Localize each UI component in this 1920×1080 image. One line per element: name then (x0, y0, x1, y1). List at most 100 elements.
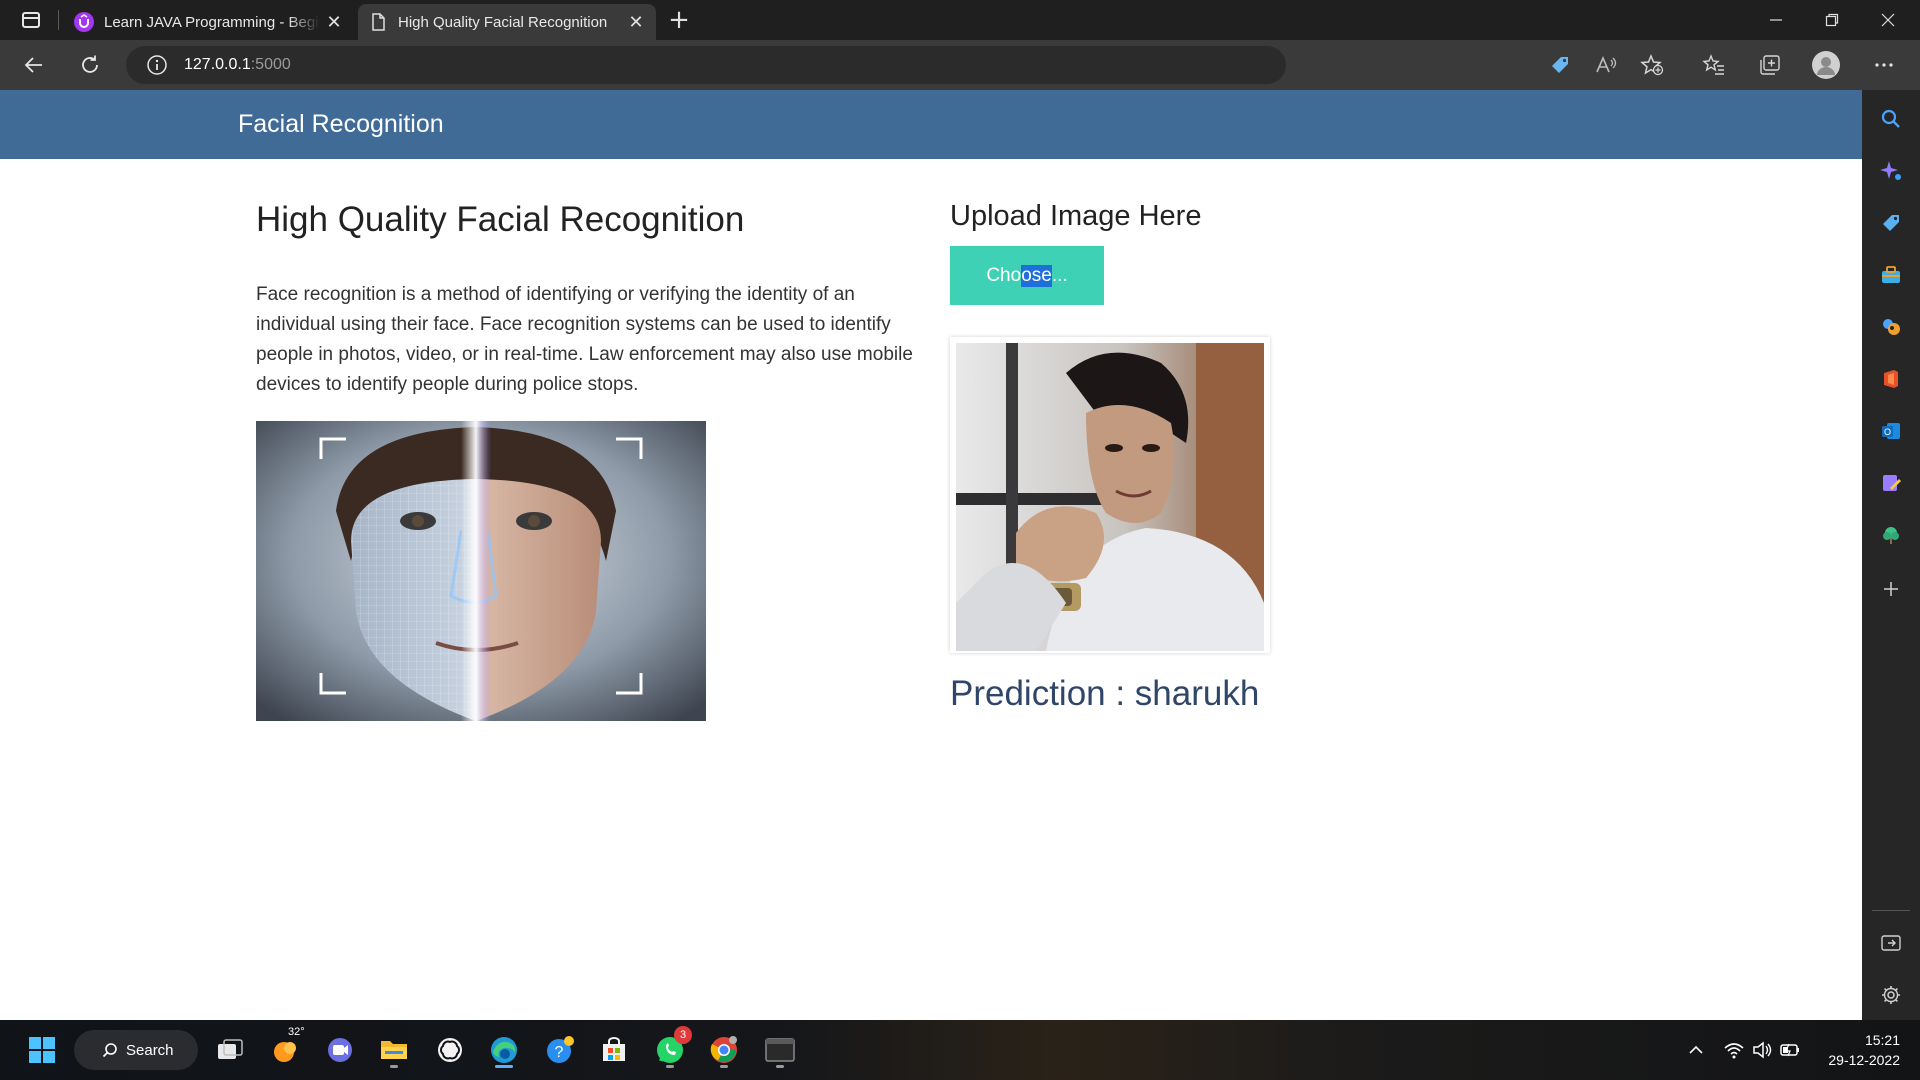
close-icon[interactable]: ✕ (320, 8, 348, 36)
choose-label-start: Cho (986, 264, 1022, 286)
refresh-button[interactable] (72, 48, 108, 82)
hide-sidebar-icon[interactable] (1876, 928, 1906, 958)
wifi-icon (1724, 1043, 1744, 1059)
show-hidden-icons-button[interactable] (1676, 1030, 1716, 1070)
terminal-icon (765, 1038, 795, 1062)
choose-label-selected: ose (1021, 264, 1052, 287)
face-recognition-image (256, 421, 706, 721)
terminal-button[interactable] (760, 1030, 800, 1070)
tag-icon (1552, 57, 1568, 73)
restore-button[interactable] (1804, 0, 1860, 40)
tree-icon[interactable] (1876, 520, 1906, 550)
outlook-icon[interactable]: O (1876, 416, 1906, 446)
chrome-button[interactable] (704, 1030, 744, 1070)
taskbar-search[interactable]: Search (74, 1030, 198, 1070)
clock-time: 15:21 (1864, 1032, 1900, 1048)
tab-actions-icon[interactable] (14, 8, 48, 32)
whatsapp-button[interactable]: 3 (650, 1026, 692, 1070)
store-icon (603, 1037, 625, 1061)
tab-facial-recognition[interactable]: High Quality Facial Recognition ✕ (358, 4, 656, 40)
openai-icon (438, 1038, 462, 1062)
read-aloud-button[interactable] (1588, 48, 1624, 82)
address-bar[interactable]: 127.0.0.1:5000 (126, 46, 1286, 84)
choose-file-button[interactable]: Cho ose... (950, 246, 1104, 305)
back-arrow-icon (24, 57, 42, 73)
minimize-icon (1770, 19, 1782, 21)
taskbar-clock[interactable]: 15:21 29-12-2022 (1810, 1030, 1900, 1070)
help-app-button[interactable]: ? (540, 1030, 580, 1070)
edge-sidebar: O (1862, 90, 1920, 1020)
games-icon[interactable] (1876, 312, 1906, 342)
web-page: Facial Recognition High Quality Facial R… (0, 90, 1862, 1020)
drop-notes-icon[interactable] (1876, 468, 1906, 498)
clock-date: 29-12-2022 (1828, 1052, 1900, 1068)
url-host: 127.0.0.1 (184, 56, 251, 73)
upload-title: Upload Image Here (950, 200, 1202, 232)
close-window-button[interactable] (1860, 0, 1916, 40)
tab-title: Learn JAVA Programming - Begin (104, 13, 320, 31)
running-indicator (495, 1065, 513, 1068)
tools-briefcase-icon[interactable] (1876, 260, 1906, 290)
back-button[interactable] (16, 48, 52, 82)
info-icon[interactable] (146, 54, 168, 76)
battery-icon (1780, 1043, 1799, 1057)
taskbar-search-label: Search (126, 1041, 174, 1059)
restore-icon (1825, 13, 1839, 27)
tab-learn-java[interactable]: Learn JAVA Programming - Begin ✕ (64, 4, 354, 40)
chevron-up-icon (1689, 1045, 1703, 1054)
edge-icon (491, 1037, 517, 1063)
close-icon (1881, 13, 1895, 27)
site-brand[interactable]: Facial Recognition (238, 110, 444, 139)
windows-taskbar: Search 32° ? 3 15:21 29-12-2022 (0, 1020, 1920, 1080)
tab-separator (58, 10, 59, 30)
teams-chat-icon (328, 1038, 352, 1062)
description-text: Face recognition is a method of identify… (256, 284, 913, 395)
weather-sun-icon (274, 1042, 296, 1062)
svg-text:?: ? (555, 1044, 564, 1061)
volume-icon (1753, 1041, 1772, 1059)
edge-browser-button[interactable] (484, 1030, 524, 1070)
svg-text:O: O (1884, 427, 1891, 437)
task-view-button[interactable] (210, 1030, 250, 1070)
discover-sparkle-icon[interactable] (1876, 156, 1906, 186)
running-indicator (390, 1065, 398, 1068)
profile-avatar-icon (1812, 51, 1840, 79)
start-button[interactable] (22, 1030, 62, 1070)
url-text: 127.0.0.1:5000 (184, 56, 291, 74)
gear-icon[interactable] (1876, 980, 1906, 1010)
file-explorer-button[interactable] (374, 1030, 414, 1070)
browser-tab-strip: Learn JAVA Programming - Begin ✕ High Qu… (0, 0, 1920, 40)
prediction-result: Prediction : sharukh (950, 674, 1260, 713)
shopping-tag-icon[interactable] (1876, 208, 1906, 238)
favorites-button[interactable] (1696, 48, 1732, 82)
tab-title: High Quality Facial Recognition (398, 13, 608, 31)
collections-button[interactable] (1752, 48, 1788, 82)
refresh-icon (82, 55, 98, 73)
browser-toolbar: 127.0.0.1:5000 (0, 40, 1920, 90)
sidebar-divider (1872, 910, 1910, 911)
weather-temperature: 32° (288, 1026, 305, 1038)
office-icon[interactable] (1876, 364, 1906, 394)
chatgpt-app-button[interactable] (430, 1030, 470, 1070)
profile-button[interactable] (1808, 48, 1844, 82)
close-icon[interactable]: ✕ (622, 8, 650, 36)
read-aloud-icon (1596, 55, 1617, 73)
page-title: High Quality Facial Recognition (256, 200, 745, 239)
more-dots-icon (1875, 63, 1893, 67)
add-favorite-button[interactable] (1634, 48, 1670, 82)
udemy-icon (74, 12, 94, 32)
uploaded-image (956, 343, 1264, 651)
running-indicator (666, 1065, 674, 1068)
coupons-button[interactable] (1542, 48, 1578, 82)
search-icon (102, 1043, 117, 1058)
search-icon[interactable] (1876, 104, 1906, 134)
microsoft-store-button[interactable] (594, 1030, 634, 1070)
minimize-button[interactable] (1748, 0, 1804, 40)
page-icon (372, 13, 385, 31)
system-tray-status[interactable] (1712, 1030, 1812, 1070)
weather-widget[interactable]: 32° (266, 1026, 306, 1070)
add-sidebar-app-icon[interactable] (1876, 574, 1906, 604)
settings-more-button[interactable] (1866, 48, 1902, 82)
new-tab-button[interactable]: + (664, 6, 694, 36)
teams-chat-button[interactable] (320, 1030, 360, 1070)
